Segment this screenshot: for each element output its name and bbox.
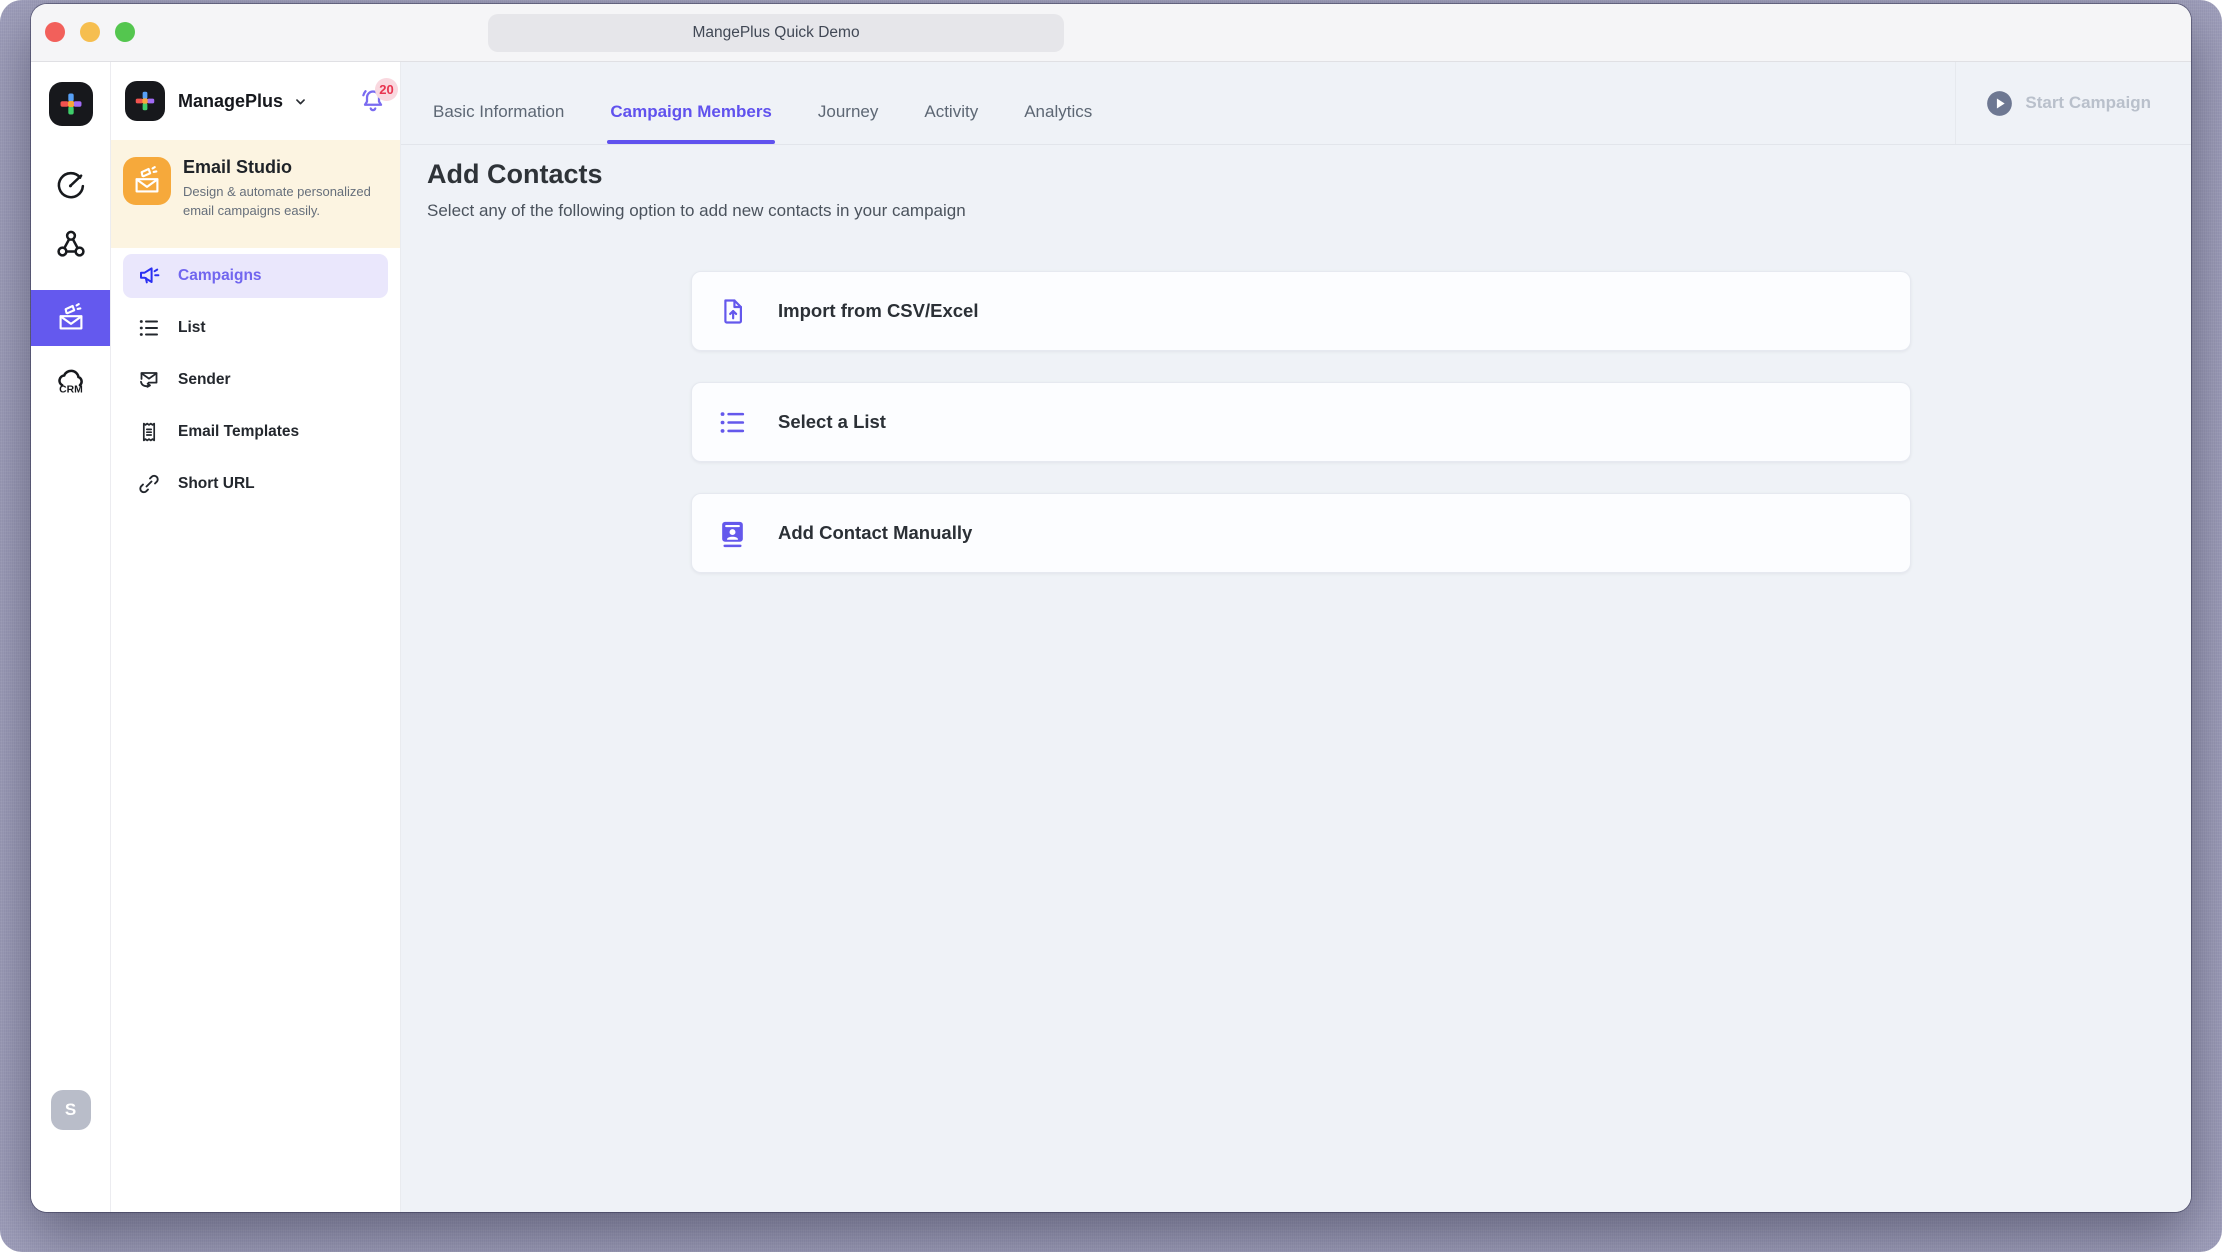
crm-cloud-icon: CRM [55, 366, 87, 398]
sidebar-item-label: Short URL [178, 475, 255, 493]
tab-bar: Basic Information Campaign Members Journ… [401, 62, 2191, 145]
tab-journey[interactable]: Journey [818, 102, 878, 122]
email-megaphone-icon [55, 302, 87, 334]
tab-activity[interactable]: Activity [924, 102, 978, 122]
crm-label: CRM [59, 384, 83, 395]
workspace-switcher[interactable] [292, 93, 309, 110]
minimize-window-button[interactable] [80, 22, 100, 42]
app-logo[interactable] [49, 82, 93, 126]
workspace-logo[interactable] [125, 81, 165, 121]
titlebar: MangePlus Quick Demo [31, 4, 2191, 62]
speedometer-icon [55, 168, 87, 200]
email-studio-card[interactable]: Email Studio Design & automate personali… [111, 140, 400, 248]
window-title: MangePlus Quick Demo [488, 14, 1064, 52]
email-studio-description: Design & automate personalized email cam… [183, 183, 373, 221]
sidebar-item-label: List [178, 319, 206, 337]
sidebar-item-campaigns[interactable]: Campaigns [123, 254, 388, 298]
colorful-plus-icon [54, 87, 88, 121]
page-content: Add Contacts Select any of the following… [401, 145, 2191, 573]
play-circle-icon [1986, 90, 2013, 117]
option-label: Import from CSV/Excel [778, 300, 978, 322]
fullscreen-window-button[interactable] [115, 22, 135, 42]
receipt-template-icon [137, 420, 161, 444]
notification-count-badge: 20 [375, 78, 398, 101]
sidebar-item-label: Sender [178, 371, 231, 389]
chevron-down-icon [292, 93, 309, 110]
sidebar-item-label: Email Templates [178, 423, 299, 441]
file-upload-icon [717, 296, 748, 327]
sidebar-item-email-templates[interactable]: Email Templates [123, 410, 388, 454]
rail-item-crm[interactable]: CRM [51, 362, 91, 402]
main-panel: Basic Information Campaign Members Journ… [401, 62, 2191, 1212]
contact-card-icon [717, 518, 748, 549]
start-campaign-label: Start Campaign [2025, 93, 2151, 113]
email-studio-title: Email Studio [183, 157, 373, 178]
sidebar-item-sender[interactable]: Sender [123, 358, 388, 402]
close-window-button[interactable] [45, 22, 65, 42]
list-icon [137, 316, 161, 340]
app-window: MangePlus Quick Demo [31, 4, 2191, 1212]
start-campaign-button[interactable]: Start Campaign [1955, 62, 2191, 144]
page-subtitle: Select any of the following option to ad… [427, 201, 2191, 221]
rail-item-email-studio[interactable] [31, 290, 110, 346]
sidebar-item-list[interactable]: List [123, 306, 388, 350]
sidebar-item-short-url[interactable]: Short URL [123, 462, 388, 506]
tab-campaign-members[interactable]: Campaign Members [610, 102, 772, 122]
link-icon [137, 472, 161, 496]
sidebar-header: ManagePlus 20 [111, 62, 400, 140]
send-mail-icon [137, 368, 161, 392]
app-rail: CRM S [31, 62, 111, 1212]
traffic-lights [45, 22, 135, 42]
tab-analytics[interactable]: Analytics [1024, 102, 1092, 122]
list-icon [717, 407, 748, 438]
option-label: Add Contact Manually [778, 522, 972, 544]
option-card-select-list[interactable]: Select a List [691, 382, 1911, 462]
add-contact-options: Import from CSV/Excel Select a List [691, 271, 1911, 573]
avatar-initial: S [65, 1100, 76, 1120]
network-nodes-icon [55, 228, 87, 260]
colorful-plus-icon [130, 86, 160, 116]
page-title: Add Contacts [427, 159, 2191, 190]
email-studio-icon [123, 157, 171, 205]
notifications-button[interactable]: 20 [358, 86, 388, 116]
desktop-background: MangePlus Quick Demo [0, 0, 2222, 1252]
rail-item-dashboard[interactable] [51, 166, 91, 202]
sidebar-nav: Campaigns List [111, 248, 400, 514]
option-card-add-manually[interactable]: Add Contact Manually [691, 493, 1911, 573]
workspace-name: ManagePlus [178, 91, 283, 112]
megaphone-icon [137, 264, 161, 288]
option-label: Select a List [778, 411, 886, 433]
sidebar: ManagePlus 20 [111, 62, 401, 1212]
sidebar-item-label: Campaigns [178, 267, 262, 285]
option-card-import-csv[interactable]: Import from CSV/Excel [691, 271, 1911, 351]
tab-basic-information[interactable]: Basic Information [433, 102, 564, 122]
user-avatar[interactable]: S [51, 1090, 91, 1130]
rail-item-network[interactable] [51, 226, 91, 262]
